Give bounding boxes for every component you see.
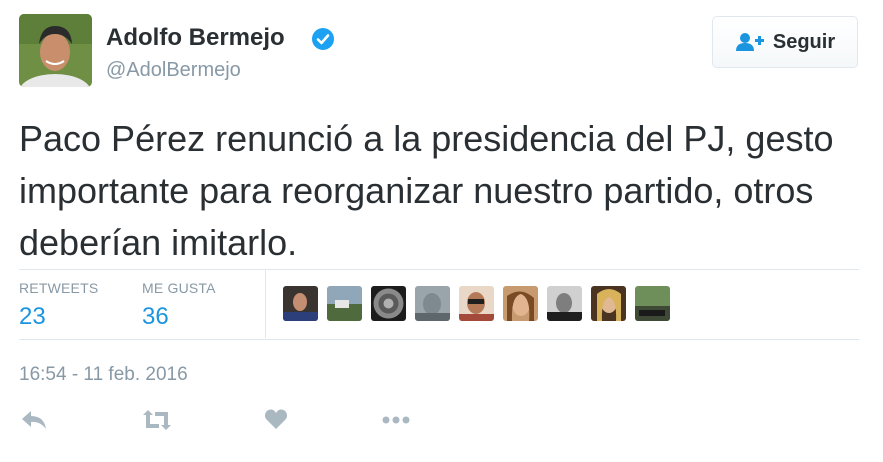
liker-avatar[interactable] <box>415 286 450 321</box>
likes-stat[interactable]: ME GUSTA 36 <box>142 280 216 331</box>
author-name[interactable]: Adolfo Bermejo <box>106 24 285 52</box>
follow-button-label: Seguir <box>772 30 836 53</box>
add-user-icon <box>735 33 764 51</box>
retweet-icon[interactable] <box>141 408 173 432</box>
author-handle[interactable]: @AdolBermejo <box>106 59 241 82</box>
verified-badge-icon <box>312 28 334 50</box>
retweets-count[interactable]: 23 <box>19 303 98 331</box>
liker-avatar[interactable] <box>459 286 494 321</box>
liker-avatar[interactable] <box>327 286 362 321</box>
stats-top-divider <box>19 269 859 270</box>
retweets-label: RETWEETS <box>19 280 99 296</box>
liker-avatar[interactable] <box>283 286 318 321</box>
reply-icon[interactable] <box>21 408 47 432</box>
liker-avatar[interactable] <box>547 286 582 321</box>
liker-avatar[interactable] <box>591 286 626 321</box>
tweet-timestamp[interactable]: 16:54 - 11 feb. 2016 <box>19 364 188 386</box>
author-avatar[interactable] <box>19 14 92 87</box>
retweets-stat[interactable]: RETWEETS 23 <box>19 280 98 331</box>
follow-button[interactable]: Seguir <box>712 16 858 68</box>
liker-avatar[interactable] <box>371 286 406 321</box>
likes-count[interactable]: 36 <box>142 303 216 331</box>
stats-bottom-divider <box>19 339 859 340</box>
more-icon[interactable] <box>381 408 411 432</box>
likers-list <box>283 286 679 321</box>
stats-divider <box>265 270 266 338</box>
likes-label: ME GUSTA <box>142 280 216 296</box>
tweet-text: Paco Pérez renunció a la presidencia del… <box>19 118 834 263</box>
liker-avatar[interactable] <box>635 286 670 321</box>
like-icon[interactable] <box>264 408 288 430</box>
liker-avatar[interactable] <box>503 286 538 321</box>
